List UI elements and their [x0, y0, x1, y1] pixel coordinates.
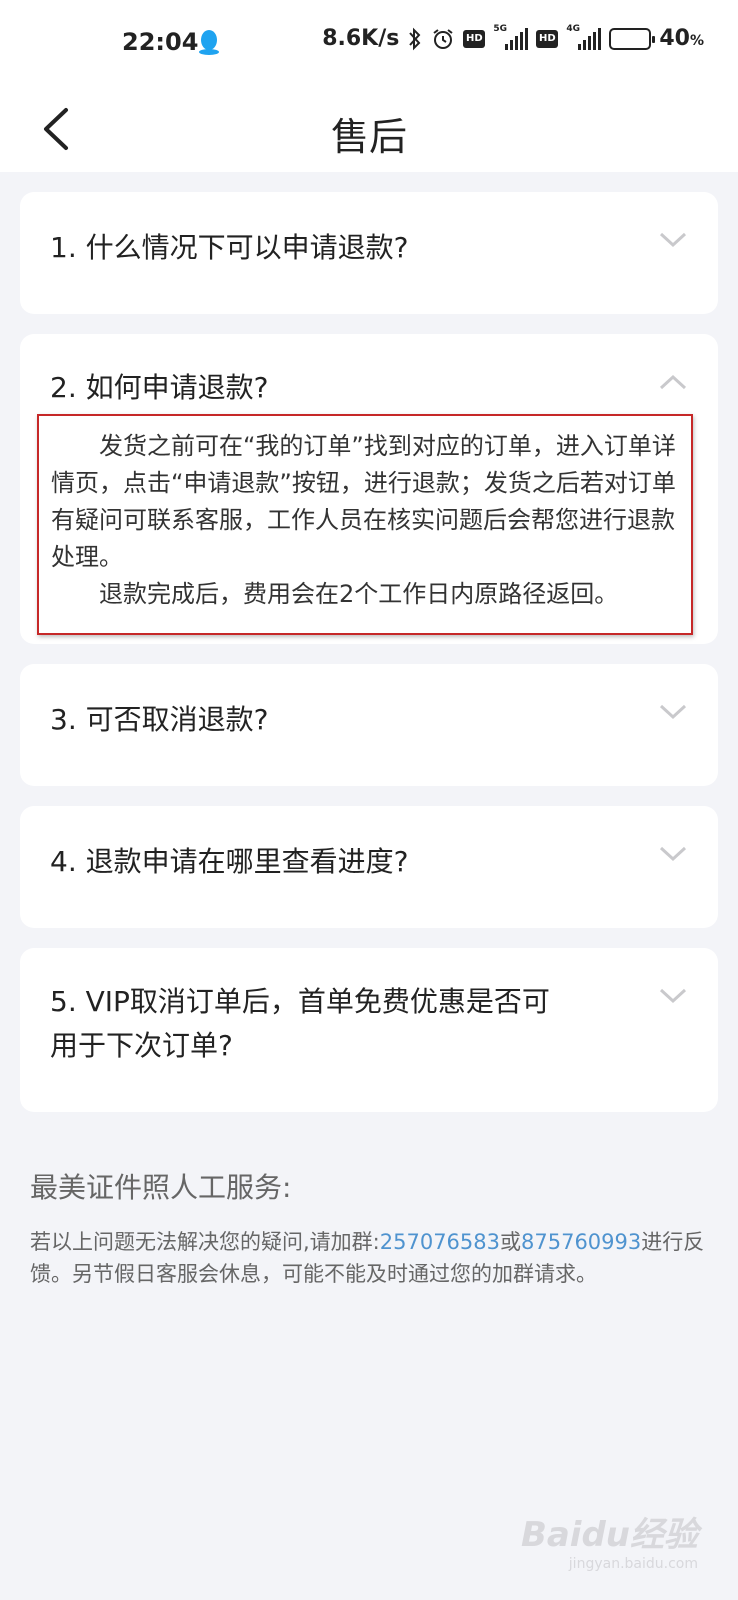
page-title: 售后: [330, 115, 407, 159]
battery-percent: 40%: [659, 26, 704, 51]
faq-item-3[interactable]: 3. 可否取消退款?: [20, 664, 718, 786]
faq-answer-paragraph-2: 退款完成后，费用会在2个工作日内原路径返回。: [99, 580, 619, 608]
status-bar: 22:04 8.6K/s HD 5G HD 4G 40%: [0, 0, 738, 86]
alarm-icon: [433, 28, 453, 49]
net-speed: 8.6K/s: [322, 26, 400, 51]
chevron-down-icon: [659, 232, 687, 248]
nav-bar: 售后: [0, 86, 738, 172]
chevron-down-icon: [659, 988, 687, 1004]
faq-question-5-line-2: 用于下次订单?: [50, 1029, 233, 1062]
signal-4g-label: 4G: [566, 23, 580, 34]
faq-question-1: 1. 什么情况下可以申请退款?: [50, 231, 409, 264]
chevron-down-icon: [659, 704, 687, 720]
signal-5g-label: 5G: [493, 23, 507, 34]
service-title: 最美证件照人工服务:: [30, 1171, 292, 1204]
group-number-1[interactable]: 257076583: [380, 1230, 500, 1254]
qq-icon: [199, 30, 219, 55]
faq-question-4: 4. 退款申请在哪里查看进度?: [50, 845, 409, 878]
faq-item-4[interactable]: 4. 退款申请在哪里查看进度?: [20, 806, 718, 928]
chevron-up-icon: [659, 374, 687, 390]
faq-question-5-line-1: 5. VIP取消订单后，首单免费优惠是否可: [50, 985, 550, 1018]
faq-item-5[interactable]: 5. VIP取消订单后，首单免费优惠是否可 用于下次订单?: [20, 948, 718, 1112]
signal-5g-icon: 5G: [493, 24, 529, 50]
faq-question-3: 3. 可否取消退款?: [50, 703, 269, 736]
faq-question-5: 5. VIP取消订单后，首单免费优惠是否可 用于下次订单?: [50, 980, 550, 1068]
signal-4g-icon: 4G: [566, 24, 602, 50]
service-text: 若以上问题无法解决您的疑问,请加群:257076583或875760993进行反…: [30, 1230, 705, 1286]
baidu-watermark: Baidu经验 jingyan.baidu.com: [520, 1515, 698, 1572]
hd-badge: HD: [463, 29, 486, 48]
faq-item-1[interactable]: 1. 什么情况下可以申请退款?: [20, 192, 718, 314]
battery-icon: [609, 27, 656, 50]
faq-answer-2: 发货之前可在“我的订单”找到对应的订单，进入订单详情页，点击“申请退款”按钮，进…: [37, 414, 693, 635]
bluetooth-icon: [409, 27, 421, 50]
status-time: 22:04: [122, 28, 199, 56]
faq-question-2: 2. 如何申请退款?: [50, 371, 269, 404]
chevron-down-icon: [659, 846, 687, 862]
group-number-2[interactable]: 875760993: [521, 1230, 641, 1254]
faq-answer-paragraph-1: 发货之前可在“我的订单”找到对应的订单，进入订单详情页，点击“申请退款”按钮，进…: [51, 432, 676, 571]
hd-badge-2: HD: [536, 29, 559, 48]
status-right: 8.6K/s HD 5G HD 4G 40%: [322, 24, 704, 52]
